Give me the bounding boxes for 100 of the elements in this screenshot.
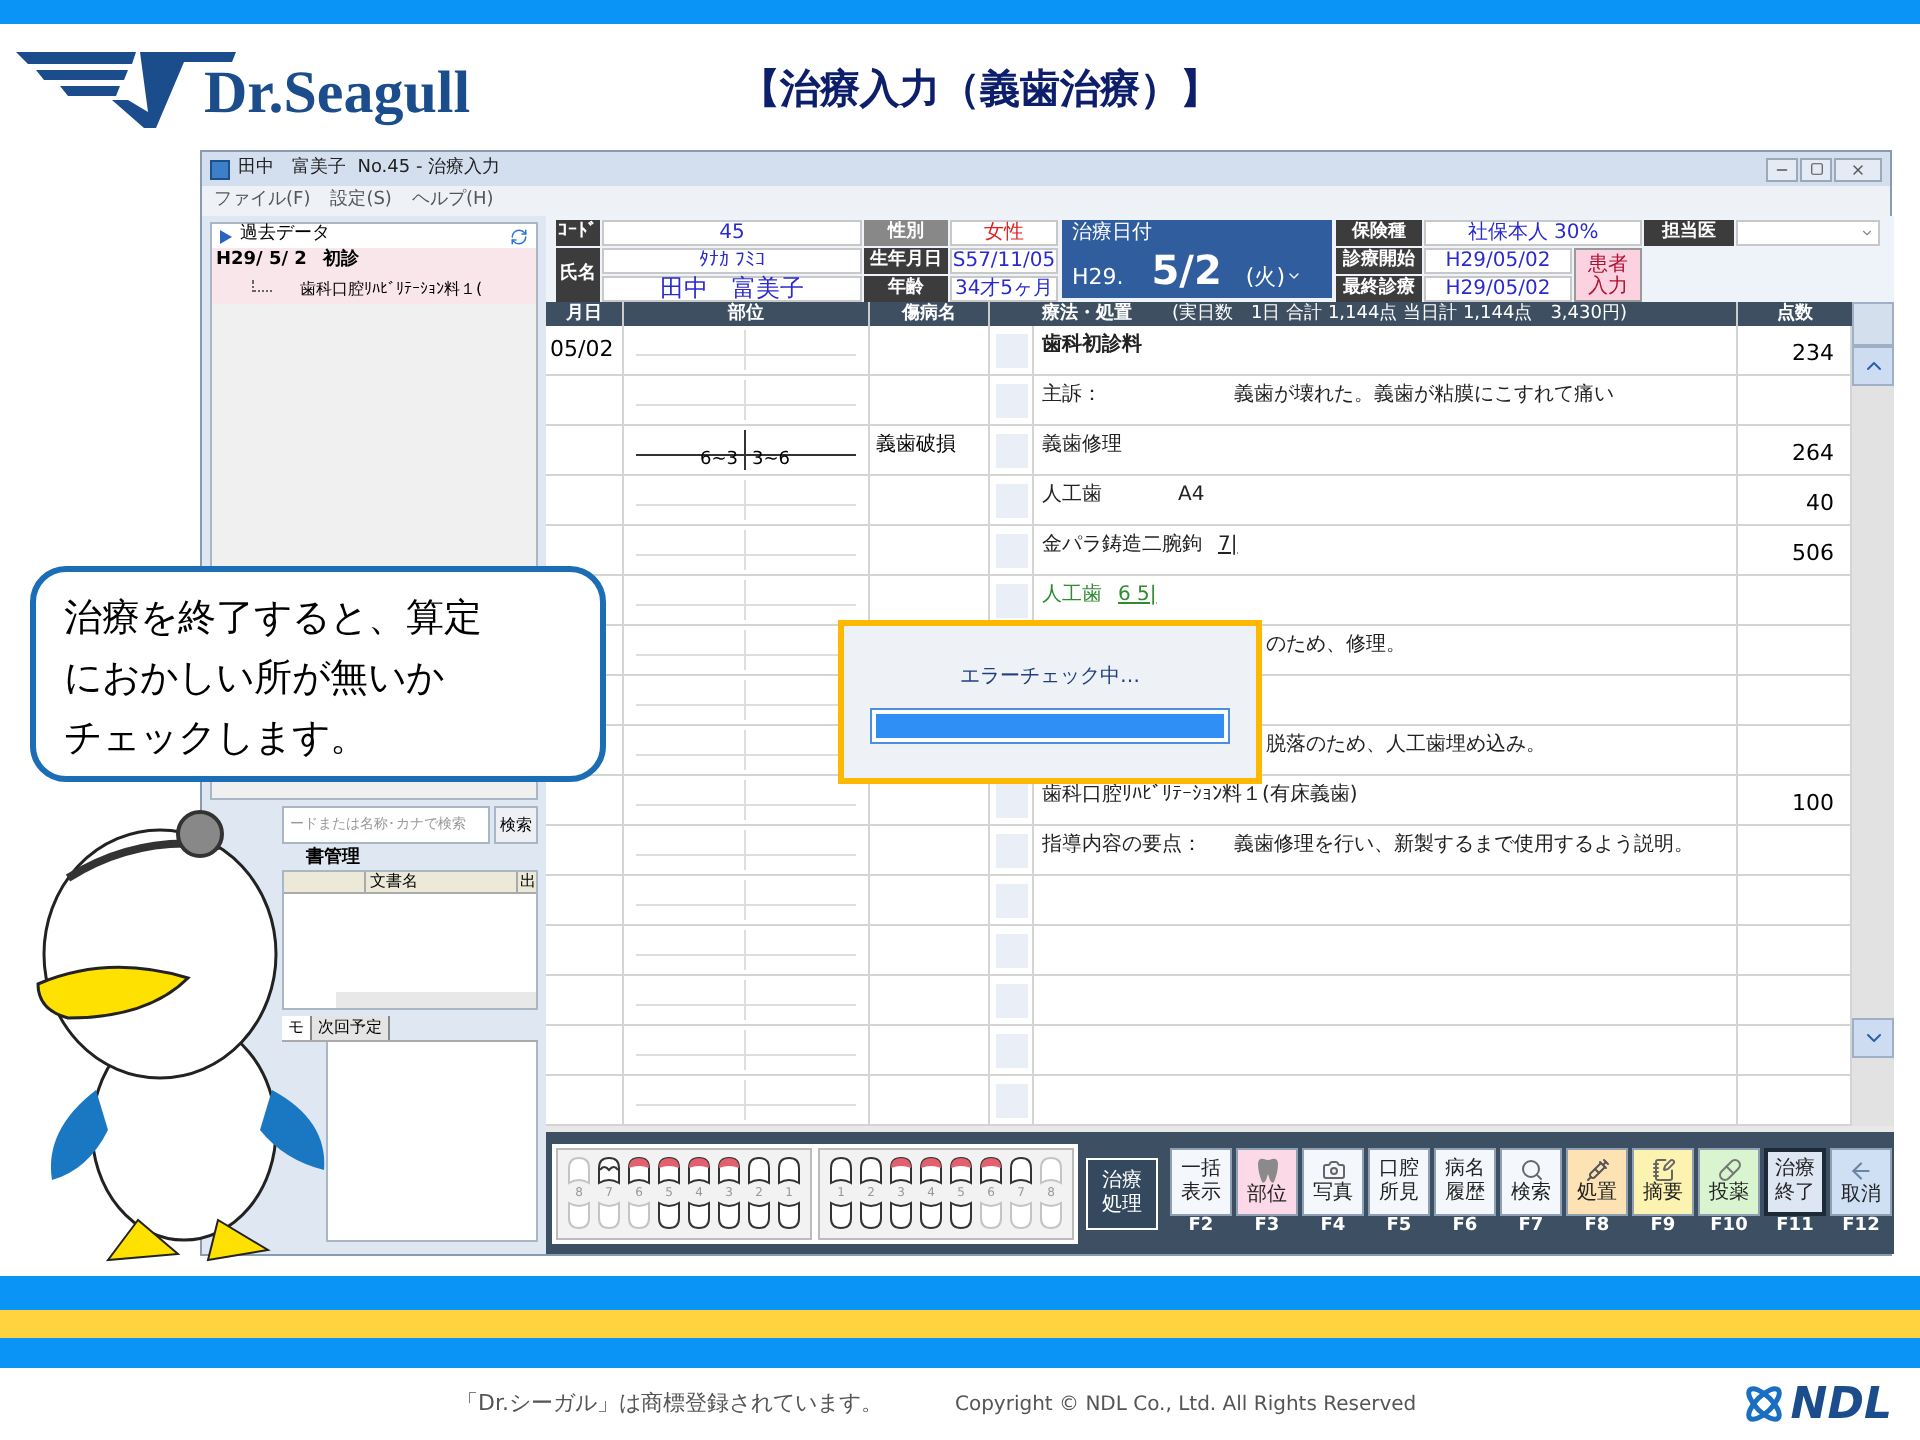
function-key-button[interactable]: 部位 bbox=[1236, 1148, 1298, 1216]
panel-title: 書管理 bbox=[304, 848, 362, 870]
tooth-icon[interactable] bbox=[918, 1200, 944, 1230]
treatment-name: 歯科初診料 bbox=[1042, 332, 1142, 360]
panel-tab[interactable]: モ bbox=[282, 1016, 312, 1040]
key-label: F12 bbox=[1842, 1216, 1880, 1238]
table-cell bbox=[1738, 676, 1852, 726]
table-cell: 100 bbox=[1738, 776, 1852, 826]
tooth-icon[interactable] bbox=[686, 1200, 712, 1230]
tooth-icon[interactable] bbox=[948, 1156, 974, 1186]
close-button[interactable] bbox=[1834, 157, 1882, 181]
function-key-button[interactable]: 病名履歴 bbox=[1434, 1148, 1496, 1216]
menu-item[interactable]: ファイル(F) bbox=[214, 187, 311, 215]
scroll-up-button[interactable] bbox=[1852, 346, 1894, 386]
field-value: H29/05/02 bbox=[1424, 248, 1572, 274]
horizontal-scrollbar[interactable] bbox=[336, 992, 536, 1008]
column-header[interactable]: 文書名 bbox=[366, 872, 518, 892]
menu-item[interactable]: ヘルプ(H) bbox=[411, 187, 494, 215]
tooth-icon[interactable] bbox=[978, 1156, 1004, 1186]
dropdown-caret-icon[interactable] bbox=[1285, 268, 1301, 284]
copyright-notice: Copyright © NDL Co., Ltd. All Rights Reserved bbox=[954, 1391, 1417, 1419]
tooth-icon[interactable] bbox=[776, 1156, 802, 1186]
function-key-button[interactable]: 検索 bbox=[1500, 1148, 1562, 1216]
search-button[interactable]: 検索 bbox=[494, 806, 538, 844]
column-header[interactable]: 出 bbox=[518, 872, 536, 892]
tooth-icon[interactable] bbox=[656, 1200, 682, 1230]
weekday-text: (火) bbox=[1245, 262, 1285, 294]
function-key-button[interactable]: 口腔所見 bbox=[1368, 1148, 1430, 1216]
table-cell bbox=[546, 876, 624, 926]
tooth-icon[interactable] bbox=[626, 1156, 652, 1186]
search-icon bbox=[1519, 1158, 1543, 1182]
callout-line: におかしい所が無いか bbox=[64, 654, 446, 704]
tooth-icon[interactable] bbox=[1008, 1156, 1034, 1186]
function-key-button[interactable]: 治療終了 bbox=[1764, 1148, 1826, 1216]
menu-item[interactable]: 設定(S) bbox=[330, 187, 392, 215]
treatment-detail: 義歯修理を行い、新製するまで使用するよう説明。 bbox=[1234, 832, 1694, 860]
era-text: H29. bbox=[1072, 262, 1124, 294]
visit-row[interactable]: H29/ 5/ 2 初診 bbox=[212, 248, 536, 276]
tooth-icon[interactable] bbox=[918, 1156, 944, 1186]
tooth-icon[interactable] bbox=[686, 1156, 712, 1186]
tooth-icon[interactable] bbox=[828, 1200, 854, 1230]
date-text: 5/2 bbox=[1151, 246, 1222, 294]
function-key-button[interactable]: 写真 bbox=[1302, 1148, 1364, 1216]
function-key-button[interactable]: 投薬 bbox=[1698, 1148, 1760, 1216]
tree-root-label[interactable]: 過去データ bbox=[240, 222, 330, 250]
field-value: 34才5ヶ月 bbox=[950, 276, 1058, 302]
treatment-date-panel[interactable]: 治療日付 H29. 5/2 (火) bbox=[1062, 220, 1332, 298]
tree-child-row[interactable]: 歯科口腔ﾘﾊﾋﾞﾘﾃｰｼｮﾝ料１( bbox=[212, 276, 536, 304]
field-value: H29/05/02 bbox=[1424, 276, 1572, 302]
scroll-down-button[interactable] bbox=[1852, 1018, 1894, 1058]
tooth-icon[interactable] bbox=[716, 1156, 742, 1186]
function-key-button[interactable]: 取消 bbox=[1830, 1148, 1892, 1216]
table-cell: 234 bbox=[1738, 326, 1852, 376]
key-label: F10 bbox=[1710, 1216, 1748, 1238]
field-label: 生年月日 bbox=[864, 248, 948, 274]
function-key-button[interactable]: 一括表示 bbox=[1170, 1148, 1232, 1216]
patient-input-button[interactable]: 患者入力 bbox=[1574, 248, 1642, 302]
refresh-icon[interactable] bbox=[510, 227, 528, 245]
field-value: 田中 富美子 bbox=[602, 276, 862, 302]
tree-child-label[interactable]: 歯科口腔ﾘﾊﾋﾞﾘﾃｰｼｮﾝ料１( bbox=[300, 278, 483, 302]
tooth-icon[interactable] bbox=[948, 1200, 974, 1230]
close-icon bbox=[1850, 161, 1866, 177]
tooth-icon[interactable] bbox=[716, 1200, 742, 1230]
field-value: 社保本人 30% bbox=[1424, 220, 1642, 246]
panel-tab[interactable]: 次回予定 bbox=[312, 1016, 390, 1040]
memo-area[interactable] bbox=[326, 1042, 538, 1242]
function-key-button[interactable]: 処置 bbox=[1566, 1148, 1628, 1216]
tooth-icon[interactable] bbox=[858, 1156, 884, 1186]
tooth-icon[interactable] bbox=[888, 1200, 914, 1230]
syringe-icon bbox=[1585, 1158, 1609, 1182]
date-label: 治療日付 bbox=[1072, 220, 1154, 246]
table-cell: 40 bbox=[1738, 476, 1852, 526]
tooth-icon[interactable] bbox=[746, 1156, 772, 1186]
tooth-icon[interactable] bbox=[858, 1200, 884, 1230]
brand-logo-text: Dr.Seagull bbox=[204, 59, 471, 127]
tooth-icon[interactable] bbox=[746, 1200, 772, 1230]
tooth-icon[interactable] bbox=[828, 1156, 854, 1186]
dropdown-caret-icon bbox=[1860, 226, 1874, 240]
expand-arrow-icon[interactable] bbox=[220, 229, 232, 243]
scrollbar-corner-button[interactable] bbox=[1852, 302, 1894, 346]
orbit-logo-icon bbox=[1742, 1382, 1787, 1426]
tooth-icon[interactable] bbox=[656, 1156, 682, 1186]
site-right: 3~6 bbox=[752, 450, 790, 470]
tooth-icon[interactable] bbox=[596, 1156, 622, 1186]
dialog-message: エラーチェック中… bbox=[960, 663, 1140, 691]
treatment-name: 人工歯 bbox=[1042, 482, 1104, 510]
field-value: 女性 bbox=[950, 220, 1058, 246]
treatment-name: 主訴： bbox=[1042, 382, 1104, 410]
maximize-button[interactable] bbox=[1800, 157, 1832, 181]
table-cell bbox=[1738, 976, 1852, 1026]
tooth-icon[interactable] bbox=[888, 1156, 914, 1186]
key-label: F2 bbox=[1188, 1216, 1214, 1238]
vertical-scrollbar[interactable] bbox=[1852, 302, 1894, 1126]
function-key-button[interactable]: 摘要 bbox=[1632, 1148, 1694, 1216]
table-cell bbox=[546, 376, 624, 426]
key-label: F5 bbox=[1386, 1216, 1412, 1238]
process-button[interactable]: 治療処理 bbox=[1086, 1157, 1158, 1229]
field-label: 最終診療 bbox=[1336, 276, 1422, 302]
minimize-button[interactable] bbox=[1766, 157, 1798, 181]
tooth-icon[interactable] bbox=[776, 1200, 802, 1230]
